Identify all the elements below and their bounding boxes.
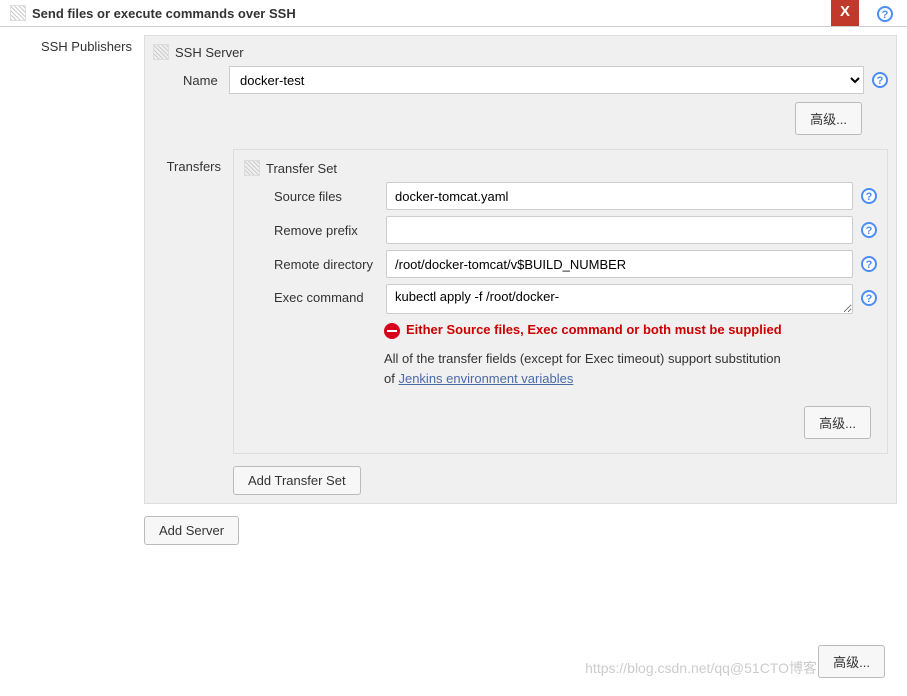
error-icon: [384, 323, 400, 339]
ssh-server-heading-row: SSH Server: [153, 44, 888, 60]
drag-handle-icon[interactable]: [244, 160, 260, 176]
ssh-server-panel: SSH Server Name docker-test ? 高级... Tran…: [144, 35, 897, 504]
advanced-button[interactable]: 高级...: [818, 645, 885, 678]
remote-directory-row: Remote directory ?: [244, 250, 877, 278]
transfer-set-panel: Transfer Set Source files ? Remove prefi…: [233, 149, 888, 454]
remote-directory-label: Remote directory: [274, 257, 386, 272]
section-header: Send files or execute commands over SSH …: [0, 0, 907, 27]
transfers-block: Transfers Transfer Set Source files ?: [153, 149, 888, 495]
transfers-label: Transfers: [153, 149, 221, 495]
help-icon[interactable]: ?: [861, 290, 877, 306]
add-transfer-set-row: Add Transfer Set: [233, 466, 888, 495]
source-files-row: Source files ?: [244, 182, 877, 210]
validation-error-text: Either Source files, Exec command or bot…: [406, 322, 782, 337]
source-files-label: Source files: [274, 189, 386, 204]
hint-row: All of the transfer fields (except for E…: [384, 349, 784, 388]
transfer-set-heading-row: Transfer Set: [244, 160, 877, 176]
watermark-text: https://blog.csdn.net/qq@51CTO博客: [585, 658, 817, 678]
exec-command-textarea[interactable]: kubectl apply -f /root/docker-: [386, 284, 853, 314]
source-files-input[interactable]: [386, 182, 853, 210]
help-icon[interactable]: ?: [877, 6, 893, 22]
help-icon[interactable]: ?: [861, 188, 877, 204]
ssh-server-advanced-row: 高级...: [153, 102, 888, 135]
ssh-server-heading: SSH Server: [175, 45, 244, 60]
env-vars-link[interactable]: Jenkins environment variables: [398, 371, 573, 386]
add-server-row: Add Server: [144, 516, 897, 545]
remove-prefix-row: Remove prefix ?: [244, 216, 877, 244]
help-icon[interactable]: ?: [861, 256, 877, 272]
transfer-advanced-row: 高级...: [244, 406, 877, 439]
name-row: Name docker-test ?: [153, 66, 888, 94]
drag-handle-icon[interactable]: [153, 44, 169, 60]
section-title: Send files or execute commands over SSH: [32, 6, 296, 21]
bottom-advanced-row: 高级...: [818, 645, 885, 678]
help-icon[interactable]: ?: [872, 72, 888, 88]
exec-command-label: Exec command: [274, 284, 386, 305]
advanced-button[interactable]: 高级...: [795, 102, 862, 135]
help-icon[interactable]: ?: [861, 222, 877, 238]
main-row: SSH Publishers SSH Server Name docker-te…: [0, 27, 907, 545]
name-label: Name: [183, 73, 229, 88]
validation-error-row: Either Source files, Exec command or bot…: [384, 322, 877, 339]
remote-directory-input[interactable]: [386, 250, 853, 278]
remove-prefix-input[interactable]: [386, 216, 853, 244]
transfer-set-heading: Transfer Set: [266, 161, 337, 176]
close-button[interactable]: X: [831, 0, 859, 26]
remove-prefix-label: Remove prefix: [274, 223, 386, 238]
advanced-button[interactable]: 高级...: [804, 406, 871, 439]
drag-handle-icon[interactable]: [10, 5, 26, 21]
name-select[interactable]: docker-test: [229, 66, 864, 94]
ssh-publishers-label: SSH Publishers: [10, 35, 132, 545]
add-transfer-set-button[interactable]: Add Transfer Set: [233, 466, 361, 495]
exec-command-row: Exec command kubectl apply -f /root/dock…: [244, 284, 877, 314]
add-server-button[interactable]: Add Server: [144, 516, 239, 545]
